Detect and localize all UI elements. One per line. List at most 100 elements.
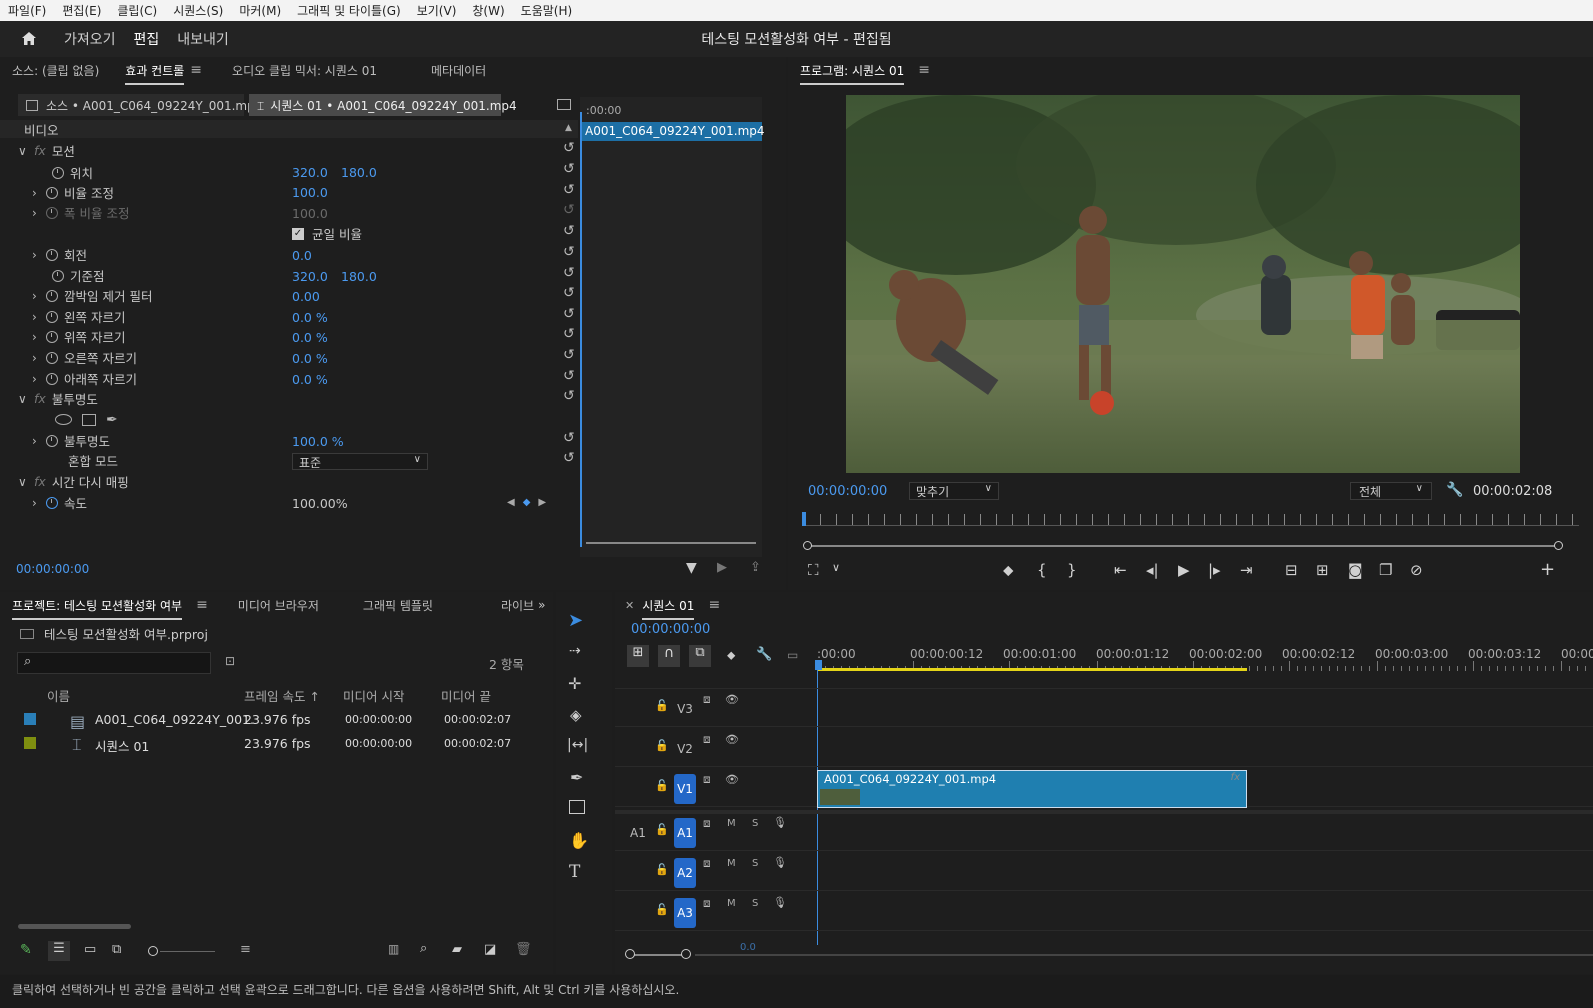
sync-lock-icon[interactable]: ⧈ (703, 816, 711, 831)
tab-export[interactable]: 내보내기 (175, 25, 231, 53)
solo-button[interactable]: S (752, 898, 758, 909)
mute-button[interactable]: M (727, 898, 736, 909)
ripple-edit-tool-icon[interactable]: ✛ (568, 674, 581, 693)
timeline-scroll-track[interactable] (695, 954, 1593, 956)
reset-icon[interactable]: ↺ (563, 388, 575, 404)
trash-icon[interactable]: 🗑 (515, 942, 532, 957)
zoom-handle-left[interactable] (625, 949, 635, 959)
tab-edit[interactable]: 편집 (131, 25, 162, 59)
flicker-value[interactable]: 0.00 (292, 286, 320, 307)
tab-sequence[interactable]: 시퀀스 01 (642, 597, 695, 620)
crop-left-value[interactable]: 0.0 % (292, 307, 328, 328)
collapse-up-icon[interactable]: ▲ (565, 123, 572, 133)
reset-icon[interactable]: ↺ (563, 306, 575, 322)
chevron-right-icon[interactable]: › (32, 186, 46, 200)
next-keyframe-icon[interactable]: ▶ (538, 497, 546, 508)
wrench-icon[interactable]: 🔧 (756, 647, 772, 662)
snap-icon[interactable]: ∩ (658, 645, 680, 667)
ellipse-mask-icon[interactable] (55, 414, 72, 425)
stopwatch-icon[interactable] (46, 434, 58, 447)
reset-icon[interactable]: ↺ (563, 265, 575, 281)
mark-out-icon[interactable]: } (1067, 561, 1077, 579)
nest-icon[interactable]: ⊞ (627, 645, 649, 667)
play-audio-icon[interactable]: ▶ (717, 560, 727, 575)
step-back-icon[interactable]: ◂| (1146, 561, 1159, 579)
reset-icon[interactable]: ↺ (563, 368, 575, 384)
timeline-playhead-head[interactable] (815, 660, 822, 670)
col-media-start[interactable]: 미디어 시작 (343, 686, 404, 705)
rotation-value[interactable]: 0.0 (292, 245, 312, 266)
mute-button[interactable]: M (727, 818, 736, 829)
new-item-icon[interactable]: ◪ (484, 942, 496, 957)
type-tool-icon[interactable]: T (569, 862, 580, 882)
microphone-icon[interactable]: 🎙 (773, 896, 787, 909)
chevron-down-icon[interactable]: ∨ (832, 561, 840, 574)
source-clip-tab[interactable]: 소스 • A001_C064_09224Y_001.mp4 (18, 94, 262, 116)
automate-icon[interactable]: ▥ (388, 942, 399, 956)
tab-metadata[interactable]: 메타데이터 (431, 62, 486, 79)
hand-tool-icon[interactable]: ✋ (569, 831, 589, 850)
anchor-y[interactable]: 180.0 (341, 266, 377, 287)
chevron-right-icon[interactable]: › (32, 434, 46, 448)
stopwatch-icon[interactable] (46, 310, 58, 323)
speed-value[interactable]: 100.00% (292, 493, 348, 514)
list-view-icon[interactable]: ☰ (48, 941, 70, 961)
crop-top-value[interactable]: 0.0 % (292, 327, 328, 348)
sync-lock-icon[interactable]: ⧈ (703, 856, 711, 871)
effect-timecode[interactable]: 00:00:00:00 (16, 562, 89, 576)
find-icon[interactable]: ⌕ (420, 941, 427, 956)
sync-lock-icon[interactable]: ⧈ (703, 692, 711, 707)
track-label-a2[interactable]: A2 (674, 858, 696, 888)
tab-program[interactable]: 프로그램: 시퀀스 01 (800, 62, 905, 85)
position-x[interactable]: 320.0 (292, 162, 328, 183)
microphone-icon[interactable]: 🎙 (773, 856, 787, 869)
filter-icon[interactable]: ▼ (686, 560, 697, 576)
chevron-right-icon[interactable]: › (32, 496, 46, 510)
icon-view-icon[interactable]: ▭ (84, 942, 96, 957)
chevron-right-icon[interactable]: › (32, 351, 46, 365)
sort-icon[interactable]: ≡ (240, 942, 251, 957)
mini-scrollbar[interactable] (586, 542, 756, 544)
tab-media-browser[interactable]: 미디어 브라우저 (238, 597, 319, 614)
opacity-value[interactable]: 100.0 % (292, 431, 344, 452)
program-video-frame[interactable] (846, 95, 1520, 473)
toggle-timeline-icon[interactable] (557, 99, 571, 110)
zoom-handle-right[interactable] (1554, 541, 1563, 550)
table-row[interactable]: ▤ A001_C064_09224Y_001. 23.976 fps 00:00… (18, 707, 533, 731)
linked-selection-icon[interactable]: ⧉ (689, 645, 711, 667)
extract-icon[interactable]: ⊞ (1316, 561, 1329, 579)
sync-lock-icon[interactable]: ⧈ (703, 896, 711, 911)
prev-keyframe-icon[interactable]: ◀ (507, 497, 515, 508)
track-select-tool-icon[interactable]: ⇢ (569, 643, 581, 659)
checkbox-checked-icon[interactable]: ✓ (292, 227, 304, 240)
chevron-right-icon[interactable]: › (32, 372, 46, 386)
stopwatch-icon[interactable] (46, 248, 58, 261)
reset-icon[interactable]: ↺ (563, 326, 575, 342)
panel-menu-icon[interactable]: ≡ (918, 62, 930, 78)
razor-tool-icon[interactable]: ◈ (570, 706, 582, 724)
table-row[interactable]: ⌶ 시퀀스 01 23.976 fps 00:00:00:00 00:00:02… (18, 731, 533, 755)
col-media-end[interactable]: 미디어 끝 (441, 686, 491, 705)
reset-icon[interactable]: ↺ (563, 347, 575, 363)
stopwatch-icon[interactable] (46, 372, 58, 385)
menu-marker[interactable]: 마커(M) (231, 2, 289, 19)
track-label-v1[interactable]: V1 (674, 774, 696, 804)
menu-clip[interactable]: 클립(C) (109, 2, 165, 19)
rectangle-tool-icon[interactable] (569, 800, 585, 814)
label-color-swatch[interactable] (24, 737, 36, 749)
source-patch-a1[interactable]: A1 (630, 826, 646, 840)
rectangle-mask-icon[interactable] (82, 413, 96, 426)
crop-right-value[interactable]: 0.0 % (292, 348, 328, 369)
time-remap-row[interactable]: ∨ fx 시간 다시 매핑 (18, 471, 129, 492)
chevron-right-icon[interactable]: › (32, 248, 46, 262)
home-icon[interactable] (20, 30, 38, 48)
timeline-timecode[interactable]: 00:00:00:00 (631, 622, 710, 637)
freeform-view-icon[interactable]: ⧉ (112, 942, 121, 957)
microphone-icon[interactable]: 🎙 (773, 816, 787, 829)
quality-dropdown[interactable]: 전체 ∨ (1350, 482, 1432, 500)
panel-menu-icon[interactable]: ≡ (196, 597, 208, 613)
timeline-zoom-bar[interactable] (629, 954, 685, 956)
add-keyframe-icon[interactable]: ◆ (523, 497, 531, 508)
chevron-right-icon[interactable]: › (32, 310, 46, 324)
tab-audio-mixer[interactable]: 오디오 클립 믹서: 시퀀스 01 (232, 62, 377, 79)
